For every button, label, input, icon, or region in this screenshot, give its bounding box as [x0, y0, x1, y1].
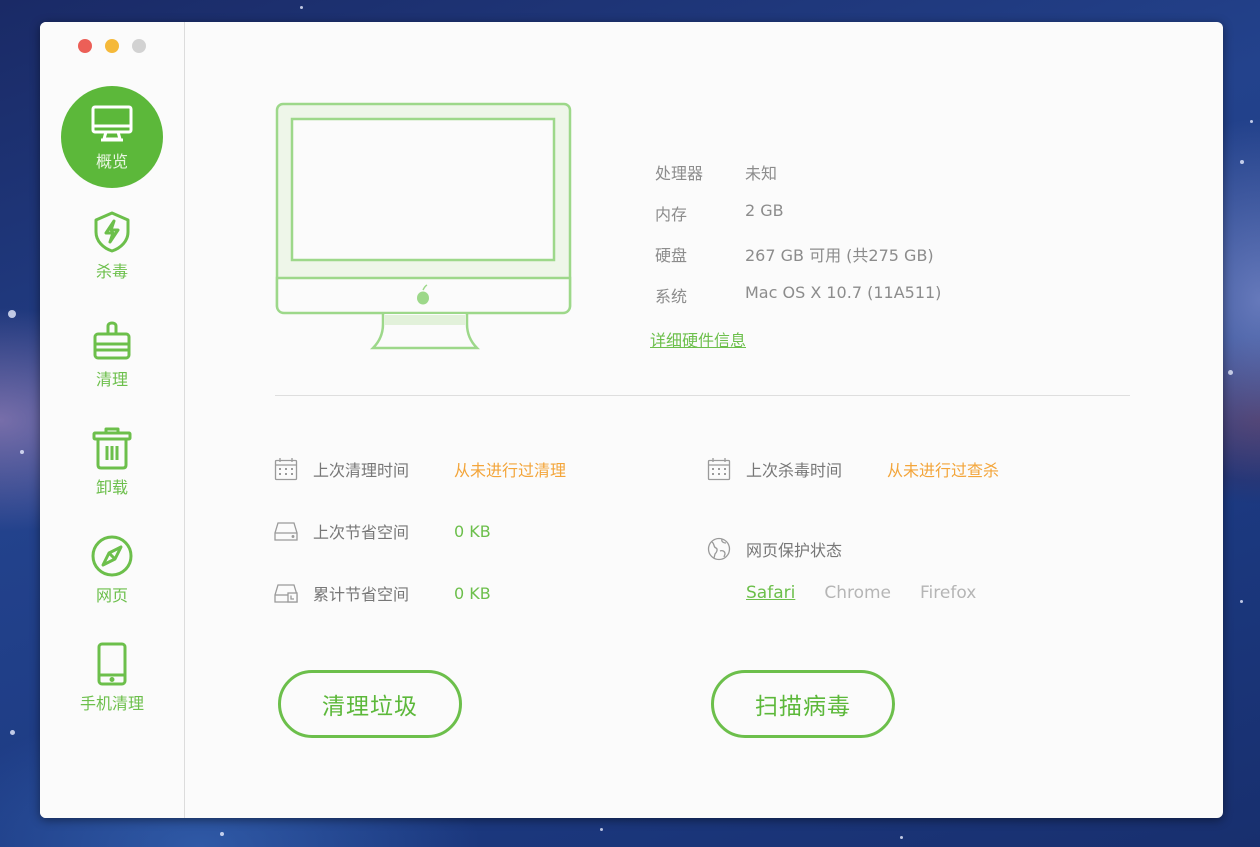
hardware-specs: 处理器 未知 内存 2 GB 硬盘 267 GB 可用 (共275 GB) 系统… [655, 160, 941, 324]
sidebar-item-antivirus[interactable]: 杀毒 [61, 210, 163, 282]
stat-label: 上次清理时间 [313, 461, 410, 480]
section-divider [275, 395, 1130, 396]
star [1240, 600, 1243, 603]
globe-icon [706, 536, 732, 562]
stat-label: 上次杀毒时间 [746, 461, 843, 480]
spec-label: 内存 [655, 205, 688, 224]
stat-last-saved-space: 上次节省空间 0 KB [273, 518, 491, 544]
spec-value: 未知 [745, 164, 778, 183]
phone-icon [90, 642, 134, 686]
star [1250, 120, 1253, 123]
sidebar-item-clean[interactable]: 清理 [61, 318, 163, 390]
brush-icon [90, 318, 134, 362]
sidebar-item-overview[interactable]: 概览 [61, 86, 163, 188]
sidebar-item-label: 手机清理 [79, 694, 144, 713]
sidebar-item-phone-clean[interactable]: 手机清理 [61, 642, 163, 714]
trash-icon [90, 426, 134, 470]
scan-virus-button[interactable]: 扫描病毒 [711, 670, 895, 738]
drive-clock-icon [273, 580, 299, 606]
browser-safari[interactable]: Safari [746, 583, 795, 603]
window-controls [78, 39, 146, 53]
star [20, 450, 24, 454]
spec-row-memory: 内存 2 GB [655, 201, 941, 242]
spec-row-cpu: 处理器 未知 [655, 160, 941, 201]
spec-row-system: 系统 Mac OS X 10.7 (11A511) [655, 283, 941, 324]
sidebar-item-label: 网页 [95, 586, 128, 605]
browser-chrome[interactable]: Chrome [824, 583, 891, 603]
spec-label: 系统 [655, 287, 688, 306]
star [600, 828, 603, 831]
compass-icon [90, 534, 134, 578]
stat-total-saved-space: 累计节省空间 0 KB [273, 580, 491, 606]
spec-label: 处理器 [655, 164, 704, 183]
stat-value: 从未进行过清理 [454, 461, 567, 480]
stat-value: 0 KB [454, 583, 491, 603]
star [10, 730, 15, 735]
star [220, 832, 224, 836]
spec-label: 硬盘 [655, 246, 688, 265]
sidebar-item-label: 杀毒 [95, 262, 128, 281]
stat-label: 上次节省空间 [313, 523, 410, 542]
browser-protection-list: Safari Chrome Firefox [746, 583, 976, 603]
app-window: 概览 杀毒 清理 卸载 网页 手机清理 处理器 未知 内存 2 GB 硬盘 26… [40, 22, 1223, 818]
maximize-window-button[interactable] [132, 39, 146, 53]
spec-value: 267 GB 可用 (共275 GB) [745, 246, 934, 265]
star [1228, 370, 1233, 375]
close-window-button[interactable] [78, 39, 92, 53]
spec-row-disk: 硬盘 267 GB 可用 (共275 GB) [655, 242, 941, 283]
monitor-icon [90, 102, 134, 146]
stat-label: 累计节省空间 [313, 585, 410, 604]
drive-icon [273, 518, 299, 544]
stat-last-scan-time: 上次杀毒时间 从未进行过查杀 [706, 456, 999, 482]
spec-value: Mac OS X 10.7 (11A511) [745, 283, 942, 302]
shield-bolt-icon [90, 210, 134, 254]
computer-illustration [275, 102, 572, 350]
stat-web-protection: 网页保护状态 [706, 536, 887, 562]
stat-label: 网页保护状态 [746, 541, 843, 560]
star [8, 310, 16, 318]
sidebar-item-uninstall[interactable]: 卸载 [61, 426, 163, 498]
sidebar-item-label: 概览 [95, 152, 128, 171]
star [900, 836, 903, 839]
browser-firefox[interactable]: Firefox [920, 583, 976, 603]
sidebar-item-label: 清理 [95, 370, 128, 389]
overview-panel: 处理器 未知 内存 2 GB 硬盘 267 GB 可用 (共275 GB) 系统… [185, 22, 1223, 818]
stat-value: 从未进行过查杀 [887, 461, 1000, 480]
calendar-icon [273, 456, 299, 482]
calendar-icon [706, 456, 732, 482]
sidebar-item-web[interactable]: 网页 [61, 534, 163, 606]
clean-junk-button[interactable]: 清理垃圾 [278, 670, 462, 738]
stat-last-clean-time: 上次清理时间 从未进行过清理 [273, 456, 566, 482]
hardware-details-link[interactable]: 详细硬件信息 [650, 327, 746, 351]
star [1240, 160, 1244, 164]
minimize-window-button[interactable] [105, 39, 119, 53]
stat-value: 0 KB [454, 521, 491, 541]
star [300, 6, 303, 9]
spec-value: 2 GB [745, 201, 784, 220]
sidebar-item-label: 卸载 [95, 478, 128, 497]
sidebar: 概览 杀毒 清理 卸载 网页 手机清理 [40, 22, 185, 818]
